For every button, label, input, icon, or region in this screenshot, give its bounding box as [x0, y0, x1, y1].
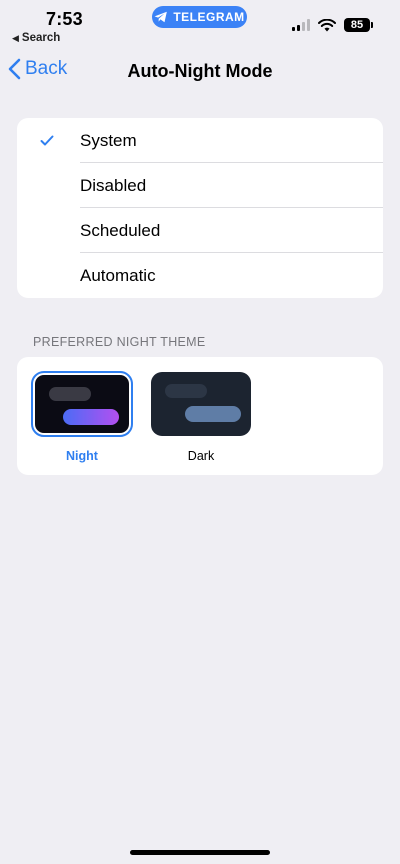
theme-night-selection-ring	[31, 371, 133, 437]
back-triangle-icon: ◀	[12, 33, 19, 43]
option-system[interactable]: System	[17, 118, 383, 163]
battery-icon: 85	[344, 18, 373, 32]
cellular-signal-icon	[292, 19, 310, 31]
checkmark-icon	[17, 135, 80, 146]
theme-night-preview	[35, 375, 129, 433]
telegram-plane-icon	[154, 11, 168, 23]
theme-dark-label: Dark	[187, 449, 215, 463]
navigation-bar: Back Auto-Night Mode	[0, 52, 400, 92]
option-label: Disabled	[80, 175, 147, 195]
option-automatic[interactable]: Automatic	[17, 253, 383, 298]
theme-dark-preview	[151, 372, 251, 436]
pill-label: TELEGRAM	[173, 10, 245, 24]
theme-night-label: Night	[66, 449, 98, 463]
theme-night[interactable]: Night	[31, 371, 133, 463]
outgoing-bubble	[185, 406, 241, 422]
status-bar: 7:53 ◀ Search TELEGRAM 85	[0, 0, 400, 50]
back-to-app-link[interactable]: ◀ Search	[12, 32, 60, 44]
outgoing-bubble	[63, 409, 119, 425]
theme-dark-frame	[150, 371, 252, 437]
status-indicators: 85	[292, 18, 373, 32]
incoming-bubble	[165, 384, 207, 398]
option-scheduled[interactable]: Scheduled	[17, 208, 383, 253]
preferred-night-theme-header: PREFERRED NIGHT THEME	[33, 335, 206, 349]
theme-dark[interactable]: Dark	[150, 371, 252, 463]
option-label: Automatic	[80, 265, 156, 285]
option-label: Scheduled	[80, 220, 161, 240]
page-title: Auto-Night Mode	[127, 61, 273, 81]
back-app-label: Search	[21, 32, 61, 44]
home-indicator[interactable]	[130, 850, 270, 855]
status-time: 7:53	[46, 9, 83, 29]
option-disabled[interactable]: Disabled	[17, 163, 383, 208]
incoming-bubble	[49, 387, 91, 401]
option-label: System	[80, 130, 137, 150]
theme-picker: Night Dark	[17, 357, 383, 475]
telegram-pill[interactable]: TELEGRAM	[152, 6, 247, 28]
wifi-icon	[318, 18, 336, 31]
battery-level: 85	[350, 19, 364, 31]
night-mode-options-list: System Disabled Scheduled Automatic	[17, 118, 383, 298]
